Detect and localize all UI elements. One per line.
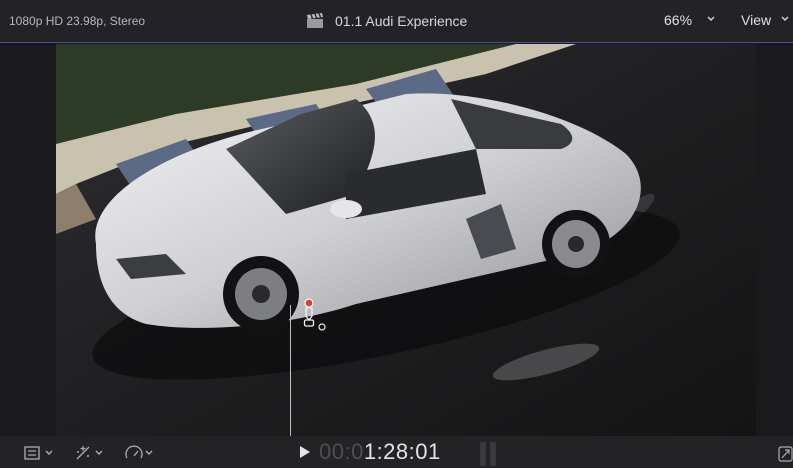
audio-meter-icon bbox=[480, 442, 496, 466]
viewer-canvas[interactable] bbox=[0, 44, 793, 436]
video-image bbox=[56, 44, 756, 436]
viewer-header: 1080p HD 23.98p, Stereo 01.1 Audi Experi… bbox=[0, 0, 793, 43]
chevron-down-icon[interactable] bbox=[706, 13, 716, 25]
timecode-leading: 00:0 bbox=[319, 439, 364, 464]
view-menu[interactable]: View bbox=[741, 12, 771, 28]
clapperboard-icon bbox=[307, 13, 323, 28]
chevron-down-icon[interactable] bbox=[780, 13, 790, 25]
timecode-value: 1:28:01 bbox=[363, 439, 441, 464]
viewer-footer: 00:01:28:01 bbox=[0, 436, 793, 468]
timecode-display[interactable]: 00:01:28:01 bbox=[299, 439, 441, 464]
pen-marker-icon[interactable] bbox=[302, 298, 332, 334]
video-frame[interactable] bbox=[56, 44, 756, 436]
zoom-level[interactable]: 66% bbox=[664, 12, 692, 28]
fullscreen-icon[interactable] bbox=[778, 446, 793, 462]
format-info: 1080p HD 23.98p, Stereo bbox=[9, 14, 146, 28]
accent-line bbox=[0, 42, 793, 43]
play-icon[interactable] bbox=[299, 445, 311, 459]
layout-icon[interactable] bbox=[24, 444, 60, 462]
clip-title: 01.1 Audi Experience bbox=[335, 13, 468, 29]
speedometer-icon[interactable] bbox=[124, 444, 160, 462]
transform-icon[interactable] bbox=[74, 444, 110, 462]
clip-title-group: 01.1 Audi Experience bbox=[305, 11, 467, 31]
